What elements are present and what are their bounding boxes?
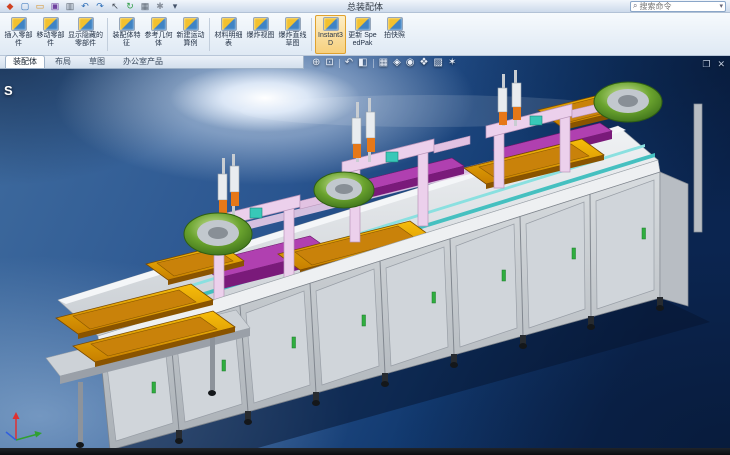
ribbon-button-label: 移动零部件 [36, 32, 65, 48]
view-orientation-icon[interactable]: ▦ [379, 57, 388, 69]
command-search[interactable]: ⌕ ▾ [630, 1, 726, 12]
ribbon-button-assembly-features[interactable]: 装配体特征 [111, 15, 142, 54]
display-style-icon[interactable]: ◈ [393, 57, 401, 69]
open-file-icon[interactable]: ▭ [34, 2, 46, 11]
search-input[interactable] [639, 2, 717, 11]
ribbon-button-exploded-view[interactable]: 爆炸视图 [245, 15, 276, 54]
ribbon-button-label: 参考几何体 [144, 32, 173, 48]
ribbon-button-label: 新建运动算例 [176, 32, 205, 48]
file-properties-icon[interactable]: ▦ [139, 2, 151, 11]
ribbon-button-update-speedpak[interactable]: 更新 SpeedPak [347, 15, 378, 54]
ribbon-separator [311, 18, 312, 51]
redo-icon[interactable]: ↷ [94, 2, 106, 11]
ribbon-button-label: Instant3D [316, 32, 345, 48]
bottom-bar [0, 448, 730, 455]
new-file-icon[interactable]: ▢ [19, 2, 31, 11]
tab-office-products[interactable]: 办公室产品 [115, 55, 171, 68]
ribbon-button-show-hidden-components[interactable]: 显示隐藏的零部件 [67, 15, 104, 54]
bowl-feeder-3[interactable] [594, 82, 662, 122]
tab-layout[interactable]: 布局 [47, 55, 79, 68]
ribbon-button-label: 爆炸视图 [247, 32, 275, 40]
ribbon-button-insert-component[interactable]: 插入零部件 [3, 15, 34, 54]
update-speedpak-icon [355, 17, 371, 31]
command-manager-tabs: 装配体 布局 草图 办公室产品 [0, 56, 304, 69]
zoom-area-icon[interactable]: ⊡ [325, 57, 333, 69]
document-window-controls: ❐ ✕ [702, 59, 725, 70]
ribbon-button-label: 材料明细表 [214, 32, 243, 48]
ribbon-button-instant3d[interactable]: Instant3D [315, 15, 346, 54]
bowl-feeder-1[interactable] [184, 213, 252, 255]
ribbon-button-take-snapshot[interactable]: 拍快照 [379, 15, 410, 54]
assembly-3d-scene[interactable] [0, 56, 730, 448]
ribbon-button-bill-of-materials[interactable]: 材料明细表 [213, 15, 244, 54]
options-icon[interactable]: ✱ [154, 2, 166, 11]
save-icon[interactable]: ▣ [49, 2, 61, 11]
solidworks-window: ◆ ▢ ▭ ▣ ▥ ↶ ↷ ↖ ↻ ▦ ✱ ▾ 总装配体 ⌕ ▾ 插入零部件 移… [0, 0, 730, 455]
assembly-features-icon [119, 17, 135, 31]
window-title: 总装配体 [347, 0, 383, 13]
command-manager-ribbon: 插入零部件 移动零部件 显示隐藏的零部件 装配体特征 参考几何体 新建运动算例 … [0, 13, 730, 56]
close-window-icon[interactable]: ✕ [717, 59, 725, 70]
tab-sketch[interactable]: 草图 [81, 55, 113, 68]
instant3d-icon [323, 17, 339, 31]
zoom-fit-icon[interactable]: ⊕ [312, 57, 320, 69]
reference-geometry-icon [151, 17, 167, 31]
ribbon-separator [209, 18, 210, 51]
ribbon-button-reference-geometry[interactable]: 参考几何体 [143, 15, 174, 54]
exploded-view-icon [253, 17, 269, 31]
ribbon-button-label: 爆炸直线草图 [278, 32, 307, 48]
toolbar-separator [373, 59, 374, 68]
search-dropdown-icon[interactable]: ▾ [719, 2, 723, 10]
ribbon-button-label: 显示隐藏的零部件 [68, 32, 103, 48]
more-commands-icon[interactable]: ▾ [169, 2, 181, 11]
view-settings-icon[interactable]: ✶ [448, 57, 456, 69]
bill-of-materials-icon [221, 17, 237, 31]
select-icon[interactable]: ↖ [109, 2, 121, 11]
toolbar-separator [339, 59, 340, 68]
print-icon[interactable]: ▥ [64, 2, 76, 11]
heads-up-view-toolbar: ⊕ ⊡ ↶ ◧ ▦ ◈ ◉ ❖ ▨ ✶ [312, 57, 456, 69]
feature-panel-logo[interactable]: S [4, 83, 13, 98]
ribbon-button-new-motion-study[interactable]: 新建运动算例 [175, 15, 206, 54]
tab-assembly[interactable]: 装配体 [5, 55, 45, 68]
undo-icon[interactable]: ↶ [79, 2, 91, 11]
previous-view-icon[interactable]: ↶ [345, 57, 353, 69]
search-icon: ⌕ [633, 1, 637, 11]
ribbon-button-move-component[interactable]: 移动零部件 [35, 15, 66, 54]
ribbon-button-label: 拍快照 [384, 32, 405, 40]
title-bar: ◆ ▢ ▭ ▣ ▥ ↶ ↷ ↖ ↻ ▦ ✱ ▾ 总装配体 ⌕ ▾ [0, 0, 730, 13]
restore-window-icon[interactable]: ❐ [702, 59, 710, 70]
graphics-area: 装配体 布局 草图 办公室产品 ⊕ ⊡ ↶ ◧ ▦ ◈ ◉ ❖ ▨ ✶ ❐ ✕ … [0, 56, 730, 448]
take-snapshot-icon [387, 17, 403, 31]
ribbon-button-label: 更新 SpeedPak [348, 32, 377, 48]
rebuild-icon[interactable]: ↻ [124, 2, 136, 11]
edit-appearance-icon[interactable]: ❖ [420, 57, 429, 69]
move-component-icon [43, 17, 59, 31]
ribbon-button-label: 装配体特征 [112, 32, 141, 48]
app-logo-icon: ◆ [4, 2, 16, 11]
bowl-feeder-2[interactable] [314, 172, 374, 208]
ribbon-button-label: 插入零部件 [4, 32, 33, 48]
new-motion-study-icon [183, 17, 199, 31]
apply-scene-icon[interactable]: ▨ [433, 57, 442, 69]
explode-line-sketch-icon [285, 17, 301, 31]
insert-component-icon [11, 17, 27, 31]
ribbon-button-explode-line-sketch[interactable]: 爆炸直线草图 [277, 15, 308, 54]
quick-access-toolbar: ◆ ▢ ▭ ▣ ▥ ↶ ↷ ↖ ↻ ▦ ✱ ▾ [4, 2, 181, 11]
section-view-icon[interactable]: ◧ [358, 57, 367, 69]
ribbon-separator [107, 18, 108, 51]
show-hidden-components-icon [78, 17, 94, 31]
hide-show-items-icon[interactable]: ◉ [406, 57, 415, 69]
